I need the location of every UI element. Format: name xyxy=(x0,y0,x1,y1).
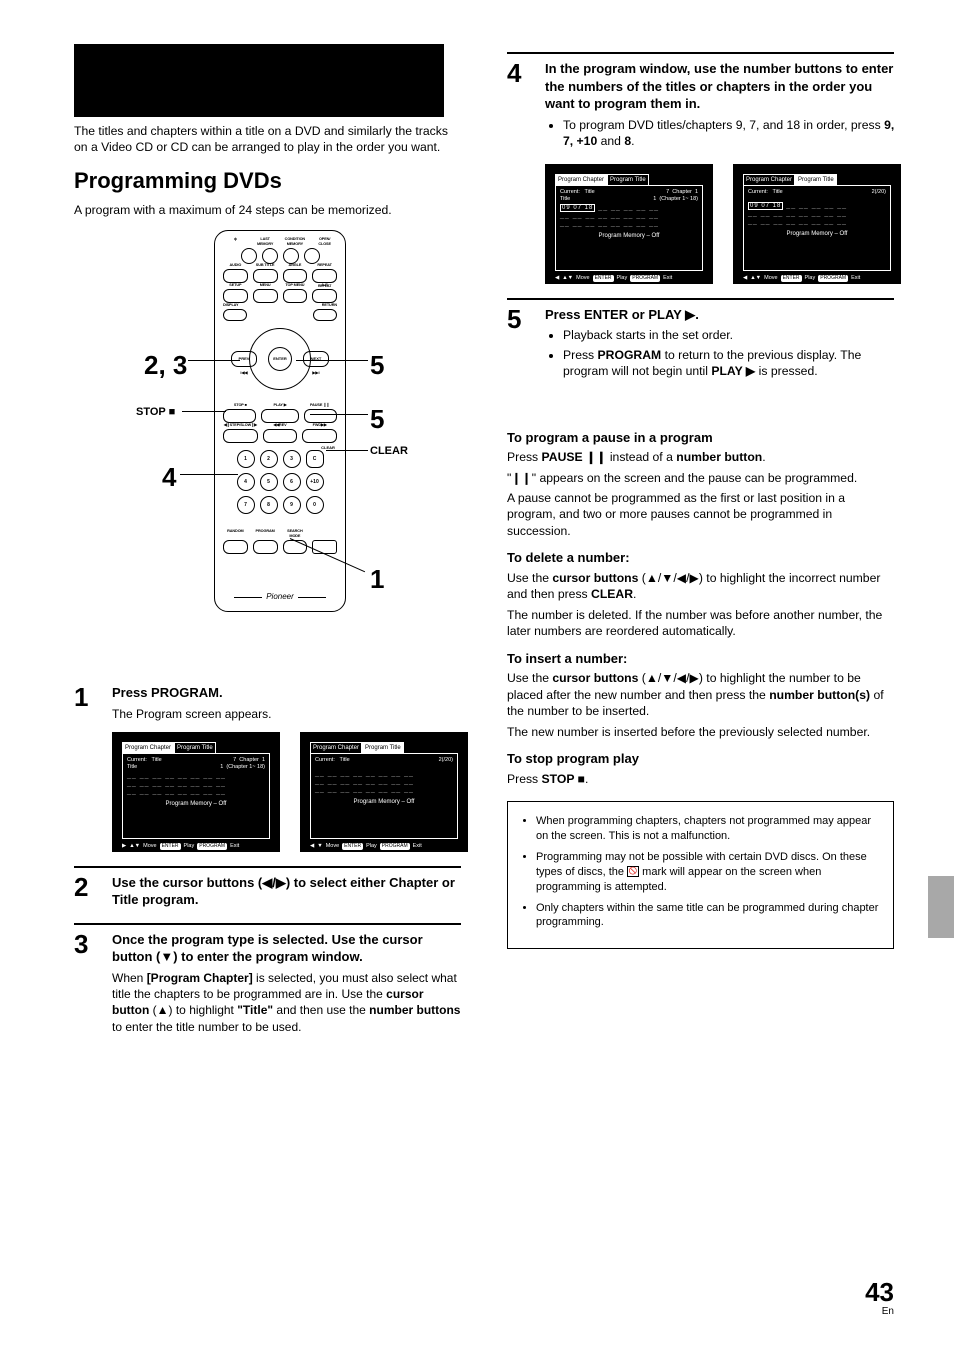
step-number: 5 xyxy=(507,306,529,383)
prohibit-icon: 🚫 xyxy=(627,866,639,877)
step-number: 2 xyxy=(74,874,96,909)
sub-pause-heading: To program a pause in a program xyxy=(507,429,894,447)
heading-programming-dvds: Programming DVDs xyxy=(74,166,461,196)
callout-4: 4 xyxy=(162,460,176,495)
step-text: The Program screen appears. xyxy=(112,706,468,722)
step-1: 1 Press PROGRAM. The Program screen appe… xyxy=(74,684,461,852)
osd-chapter: Program Chapter Program Title Current: T… xyxy=(112,732,280,852)
osd-chapter-filled: Program Chapter Program Title Current: T… xyxy=(545,164,713,284)
section-title-banner xyxy=(74,44,444,117)
sub-delete-l2: The number is deleted. If the number was… xyxy=(507,607,894,640)
callout-23: 2, 3 xyxy=(144,348,187,383)
step-title: Press PROGRAM. xyxy=(112,684,468,702)
callout-1: 1 xyxy=(370,562,384,597)
step-text: When [Program Chapter] is selected, you … xyxy=(112,970,461,1035)
intro-sub: A program with a maximum of 24 steps can… xyxy=(74,202,461,218)
sub-delete-heading: To delete a number: xyxy=(507,549,894,567)
step-5: 5 Press ENTER or PLAY ▶. Playback starts… xyxy=(507,306,894,383)
sub-pause-l1: Press PAUSE ❙❙ instead of a number butto… xyxy=(507,449,894,465)
step-title: Use the cursor buttons (◀/▶) to select e… xyxy=(112,874,461,909)
sub-insert-l1: Use the cursor buttons (▲/▼/◀/▶) to high… xyxy=(507,670,894,719)
step-number: 4 xyxy=(507,60,529,284)
sub-stop-heading: To stop program play xyxy=(507,750,894,768)
step-2: 2 Use the cursor buttons (◀/▶) to select… xyxy=(74,874,461,909)
step-title: Once the program type is selected. Use t… xyxy=(112,931,461,966)
step-title: In the program window, use the number bu… xyxy=(545,60,901,113)
step-number: 1 xyxy=(74,684,96,852)
callout-clear: CLEAR xyxy=(370,444,408,459)
note-item: Programming may not be possible with cer… xyxy=(536,850,879,895)
remote-diagram: ϕLASTMEMORYCONDITIONMEMORYOPEN/CLOSE AUD… xyxy=(74,230,444,660)
step-4: 4 In the program window, use the number … xyxy=(507,60,894,284)
step-bullet: Playback starts in the set order. xyxy=(563,327,894,343)
step-number: 3 xyxy=(74,931,96,1035)
page-number: 43 En xyxy=(865,1279,894,1319)
note-box: When programming chapters, chapters not … xyxy=(507,801,894,949)
sub-stop-l1: Press STOP ■. xyxy=(507,771,894,787)
osd-title: Program Chapter Program Title Current: T… xyxy=(300,732,468,852)
note-item: When programming chapters, chapters not … xyxy=(536,814,879,844)
side-tab xyxy=(928,876,954,938)
callout-stop: STOP ■ xyxy=(136,405,175,420)
intro-paragraph: The titles and chapters within a title o… xyxy=(74,123,461,156)
osd-title-filled: Program Chapter Program Title Current: T… xyxy=(733,164,901,284)
sub-insert-heading: To insert a number: xyxy=(507,650,894,668)
note-item: Only chapters within the same title can … xyxy=(536,901,879,931)
step-3: 3 Once the program type is selected. Use… xyxy=(74,931,461,1035)
step-bullet: To program DVD titles/chapters 9, 7, and… xyxy=(563,117,901,150)
sub-delete-l1: Use the cursor buttons (▲/▼/◀/▶) to high… xyxy=(507,570,894,603)
callout-5b: 5 xyxy=(370,402,384,437)
sub-pause-l2: "❙❙" appears on the screen and the pause… xyxy=(507,470,894,486)
callout-5a: 5 xyxy=(370,348,384,383)
step-title: Press ENTER or PLAY ▶. xyxy=(545,306,894,324)
sub-insert-l2: The new number is inserted before the pr… xyxy=(507,724,894,740)
sub-pause-l3: A pause cannot be programmed as the firs… xyxy=(507,490,894,539)
step-bullet: Press PROGRAM to return to the previous … xyxy=(563,347,894,380)
